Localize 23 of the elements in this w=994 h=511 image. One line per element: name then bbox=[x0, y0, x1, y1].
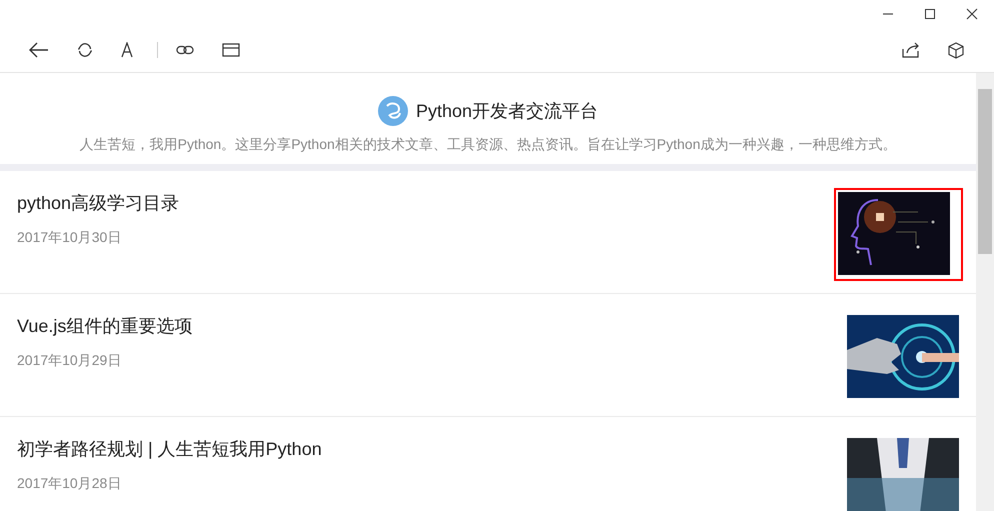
account-logo-icon bbox=[378, 96, 408, 126]
cube-icon[interactable] bbox=[948, 42, 964, 58]
article-item[interactable]: 初学者路径规划 | 人生苦短我用Python 2017年10月28日 bbox=[0, 417, 976, 511]
account-name: Python开发者交流平台 bbox=[416, 100, 598, 123]
window-icon[interactable] bbox=[222, 43, 240, 57]
scrollbar-thumb[interactable] bbox=[978, 89, 992, 254]
article-item[interactable]: Vue.js组件的重要选项 2017年10月29日 bbox=[0, 294, 976, 417]
article-date: 2017年10月29日 bbox=[17, 352, 122, 370]
font-icon[interactable] bbox=[121, 42, 133, 58]
refresh-icon[interactable] bbox=[77, 42, 93, 58]
article-date: 2017年10月28日 bbox=[17, 475, 122, 493]
article-title: 初学者路径规划 | 人生苦短我用Python bbox=[17, 438, 322, 461]
maximize-icon[interactable] bbox=[924, 8, 936, 20]
close-icon[interactable] bbox=[966, 8, 978, 20]
article-title: python高级学习目录 bbox=[17, 192, 180, 215]
article-title: Vue.js组件的重要选项 bbox=[17, 315, 192, 338]
share-icon[interactable] bbox=[902, 42, 920, 58]
link-icon[interactable] bbox=[176, 45, 194, 55]
scrollbar[interactable] bbox=[976, 73, 994, 511]
article-item[interactable]: python高级学习目录 2017年10月30日 bbox=[0, 171, 976, 294]
back-icon[interactable] bbox=[29, 42, 49, 58]
article-date: 2017年10月30日 bbox=[17, 229, 122, 247]
account-intro: 人生苦短，我用Python。这里分享Python相关的技术文章、工具资源、热点资讯。旨在让学习Python成为一种兴趣，一种思维方式。 bbox=[80, 136, 896, 154]
